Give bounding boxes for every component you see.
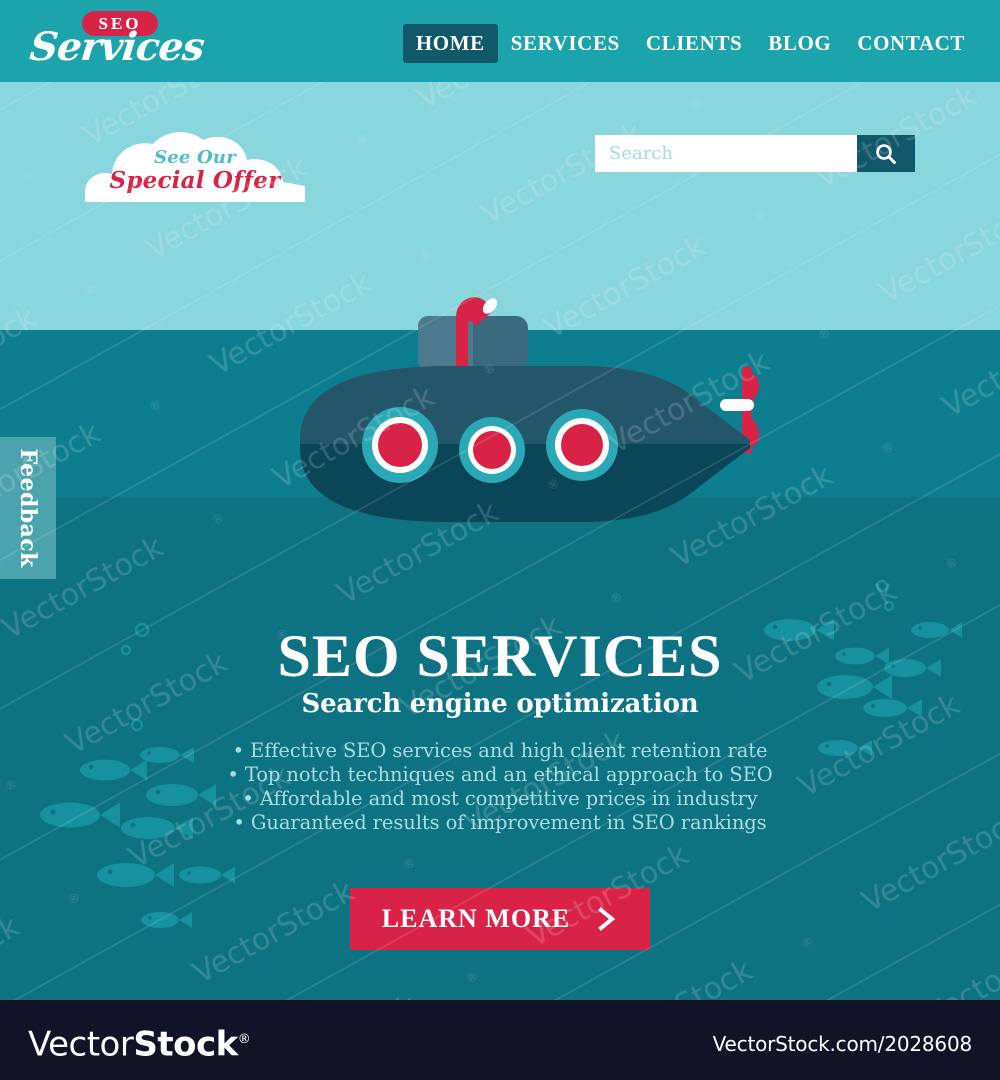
special-offer-label: Special Offer bbox=[109, 167, 281, 194]
learn-more-button[interactable]: LEARN MORE bbox=[350, 888, 650, 950]
search-button[interactable] bbox=[857, 135, 915, 172]
submarine-hull bbox=[300, 366, 750, 522]
vectorstock-logo: VectorStock® bbox=[28, 1022, 251, 1065]
logo-script-text: Services bbox=[27, 24, 207, 70]
feature-list: • Effective SEO services and high client… bbox=[0, 739, 1000, 835]
submarine-illustration bbox=[300, 297, 760, 522]
main-navigation: HOME SERVICES CLIENTS BLOG CONTACT bbox=[402, 24, 978, 63]
porthole-1 bbox=[362, 407, 438, 483]
feedback-tab[interactable]: Feedback bbox=[0, 437, 56, 579]
vectorstock-footer: VectorStock® VectorStock.com/2028608 bbox=[0, 1000, 1000, 1080]
search-input[interactable] bbox=[595, 135, 857, 172]
list-item: • Guaranteed results of improvement in S… bbox=[233, 811, 767, 834]
nav-item-blog[interactable]: BLOG bbox=[755, 24, 844, 63]
special-offer-badge[interactable]: See Our Special Offer bbox=[85, 130, 305, 202]
page-subtitle: Search engine optimization bbox=[301, 689, 699, 719]
list-item: • Top notch techniques and an ethical ap… bbox=[227, 763, 773, 786]
see-our-label: See Our bbox=[154, 147, 236, 168]
learn-more-label: LEARN MORE bbox=[381, 904, 571, 933]
search-bar bbox=[595, 135, 915, 172]
list-item: • Affordable and most competitive prices… bbox=[242, 787, 758, 810]
nav-item-contact[interactable]: CONTACT bbox=[844, 24, 978, 63]
porthole-3 bbox=[546, 409, 618, 481]
vectorstock-brand-bold: Stock bbox=[133, 1024, 238, 1065]
registered-mark-icon: ® bbox=[237, 1032, 251, 1047]
site-header: SEO Services HOME SERVICES CLIENTS BLOG … bbox=[0, 0, 1000, 82]
search-icon bbox=[876, 143, 896, 164]
page-title: SEO SERVICES bbox=[277, 623, 723, 689]
page-root: SEO Services HOME SERVICES CLIENTS BLOG … bbox=[0, 0, 1000, 1080]
hero-section: SEO SERVICES Search engine optimization … bbox=[0, 625, 1000, 835]
feedback-label: Feedback bbox=[15, 448, 41, 568]
list-item: • Effective SEO services and high client… bbox=[232, 739, 768, 762]
site-logo[interactable]: SEO Services bbox=[27, 8, 207, 74]
vectorstock-brand-plain: Vector bbox=[28, 1024, 134, 1065]
special-offer-text: See Our Special Offer bbox=[85, 148, 305, 194]
nav-item-clients[interactable]: CLIENTS bbox=[633, 24, 755, 63]
conning-tower bbox=[418, 316, 528, 371]
porthole-2 bbox=[459, 417, 525, 483]
nav-item-home[interactable]: HOME bbox=[402, 24, 498, 63]
vectorstock-url: VectorStock.com/2028608 bbox=[712, 1032, 973, 1056]
chevron-right-icon bbox=[598, 907, 616, 931]
nav-item-services[interactable]: SERVICES bbox=[498, 24, 633, 63]
